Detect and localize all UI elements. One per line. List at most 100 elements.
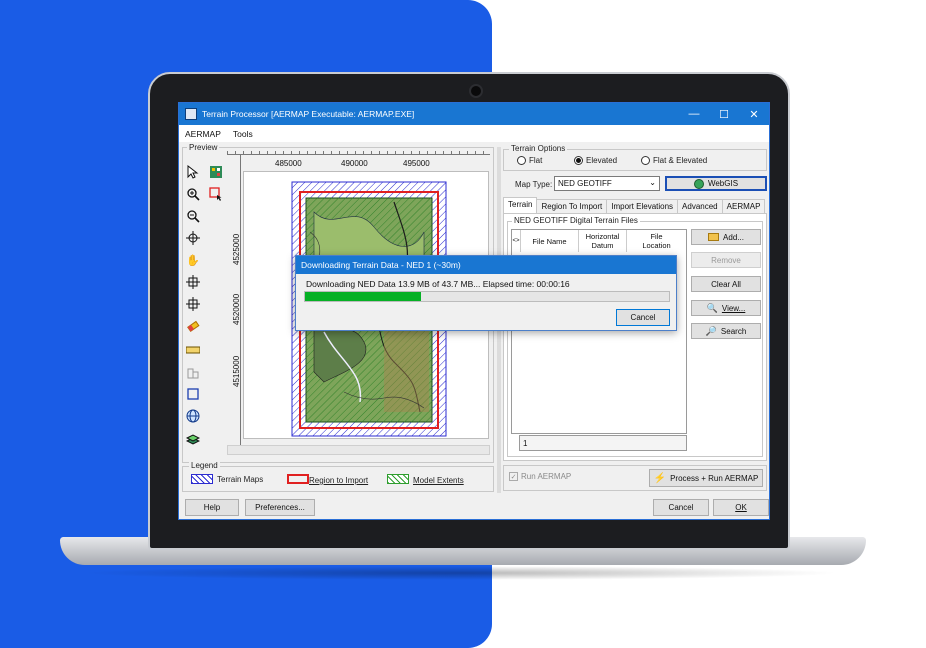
help-label: Help [203, 503, 221, 512]
y-tick-4515000: 4515000 [232, 355, 241, 387]
laptop-shadow [80, 566, 840, 580]
radio-flat-elevated-label: Flat & Elevated [653, 156, 708, 165]
preferences-button[interactable]: Preferences... [245, 499, 315, 516]
radio-elevated[interactable]: Elevated [574, 156, 617, 165]
maximize-button[interactable]: ☐ [709, 103, 739, 125]
dialog-title: Downloading Terrain Data - NED 1 (~30m) [301, 260, 461, 270]
download-progress-bar [304, 291, 670, 302]
col-arrows[interactable]: <> [512, 230, 521, 252]
tab-terrain[interactable]: Terrain [503, 197, 538, 213]
cancel-label: Cancel [668, 503, 694, 512]
y-tick-4525000: 4525000 [232, 233, 241, 265]
minimize-button[interactable]: — [679, 103, 709, 125]
x-tick-495000: 495000 [403, 159, 430, 168]
tab-import-elevations[interactable]: Import Elevations [606, 199, 679, 213]
zoom-in-tool-icon[interactable] [185, 186, 201, 202]
legend-model-extents-label[interactable]: Model Extents [413, 476, 464, 485]
radio-flat-label: Flat [529, 156, 543, 165]
map-ruler-horizontal [227, 143, 490, 155]
menu-aermap[interactable]: AERMAP [185, 129, 221, 139]
pan-hand-icon[interactable]: ✋ [185, 252, 201, 268]
add-label: Add... [723, 232, 744, 242]
eraser-tool-icon[interactable] [185, 318, 201, 334]
dialog-message: Downloading NED Data 13.9 MB of 43.7 MB.… [306, 279, 570, 289]
chevron-down-icon: ⌄ [649, 178, 656, 187]
app-icon [185, 108, 197, 120]
marketing-stage: Terrain Processor [AERMAP Executable: AE… [0, 0, 926, 648]
lightning-icon: ⚡ [653, 472, 667, 484]
folder-icon [708, 233, 720, 241]
download-progress-fill [305, 292, 421, 301]
region-tool-icon[interactable] [185, 386, 201, 402]
tab-aermap[interactable]: AERMAP [721, 199, 766, 213]
layers-icon[interactable] [185, 431, 201, 447]
webgis-button[interactable]: WebGIS [665, 176, 767, 191]
pointer-tool-icon[interactable] [185, 164, 201, 180]
files-counter-box: 1 [519, 435, 687, 451]
download-dialog: Downloading Terrain Data - NED 1 (~30m) … [295, 255, 677, 331]
radio-flat-elevated-circle [641, 156, 650, 165]
preferences-label: Preferences... [255, 503, 305, 512]
legend-swatch-region-to-import [287, 474, 309, 484]
close-button[interactable]: ✕ [739, 103, 769, 125]
options-tabs: Terrain Region To Import Import Elevatio… [503, 197, 766, 213]
legend-region-to-import-label[interactable]: Region to Import [309, 476, 368, 485]
legend-swatch-terrain-maps [191, 474, 213, 484]
search-label: Search [720, 326, 747, 336]
col-file-name[interactable]: File Name [521, 230, 579, 252]
col-file-location[interactable]: File Location [627, 230, 686, 252]
col-horizontal-datum[interactable]: Horizontal Datum [579, 230, 627, 252]
resize-tool-icon[interactable] [185, 296, 201, 312]
process-run-label: Process + Run AERMAP [670, 473, 759, 483]
tab-region-to-import[interactable]: Region To Import [536, 199, 608, 213]
ruler-tool-icon[interactable] [185, 342, 201, 358]
tab-advanced[interactable]: Advanced [677, 199, 723, 213]
checkbox-box: ✓ [509, 472, 518, 481]
radio-flat[interactable]: Flat [517, 156, 542, 165]
dialog-cancel-button[interactable]: Cancel [616, 309, 670, 326]
files-group-label: NED GEOTIFF Digital Terrain Files [512, 216, 640, 225]
search-icon: 🔎 [705, 325, 717, 336]
view-file-button[interactable]: 🔍 View... [691, 300, 761, 316]
menu-bar: AERMAP Tools [179, 125, 769, 142]
map-grid-tool-icon[interactable] [208, 164, 224, 180]
zoom-out-tool-icon[interactable] [185, 208, 201, 224]
map-type-label: Map Type: [515, 180, 553, 189]
window-titlebar: Terrain Processor [AERMAP Executable: AE… [179, 103, 769, 125]
legend-terrain-maps-label: Terrain Maps [217, 475, 264, 484]
clear-all-button[interactable]: Clear All [691, 276, 761, 292]
map-scrollbar-horizontal[interactable] [227, 445, 490, 455]
remove-file-button[interactable]: Remove [691, 252, 761, 268]
process-run-aermap-button[interactable]: ⚡ Process + Run AERMAP [649, 469, 763, 487]
window-title: Terrain Processor [AERMAP Executable: AE… [202, 109, 415, 119]
map-type-select[interactable]: NED GEOTIFF ⌄ [554, 176, 660, 191]
dialog-cancel-label: Cancel [630, 313, 656, 322]
ok-button[interactable]: OK [713, 499, 769, 516]
radio-flat-and-elevated[interactable]: Flat & Elevated [641, 156, 707, 165]
webgis-label: WebGIS [707, 179, 739, 188]
globe-icon[interactable] [185, 408, 201, 424]
add-file-button[interactable]: Add... [691, 229, 761, 245]
webgis-globe-icon [693, 178, 704, 189]
x-tick-485000: 485000 [275, 159, 302, 168]
center-tool-icon[interactable] [185, 230, 201, 246]
help-button[interactable]: Help [185, 499, 239, 516]
cancel-button[interactable]: Cancel [653, 499, 709, 516]
preview-label: Preview [187, 143, 220, 152]
select-region-tool-icon[interactable] [208, 186, 224, 202]
move-tool-icon[interactable] [185, 274, 201, 290]
legend-label: Legend [189, 461, 220, 470]
files-table-header: <> File Name Horizontal Datum File Locat… [512, 230, 686, 252]
clear-all-label: Clear All [711, 279, 741, 289]
run-aermap-checkbox[interactable]: ✓ Run AERMAP [509, 472, 571, 481]
radio-elevated-circle [574, 156, 583, 165]
view-magnifier-icon: 🔍 [706, 302, 718, 313]
menu-tools[interactable]: Tools [233, 129, 253, 139]
run-aermap-label: Run AERMAP [521, 472, 572, 481]
legend-swatch-model-extents [387, 474, 409, 484]
x-tick-490000: 490000 [341, 159, 368, 168]
search-files-button[interactable]: 🔎 Search [691, 323, 761, 339]
y-tick-4520000: 4520000 [232, 293, 241, 325]
webcam-icon [469, 84, 483, 98]
building-tool-icon[interactable] [185, 364, 201, 380]
